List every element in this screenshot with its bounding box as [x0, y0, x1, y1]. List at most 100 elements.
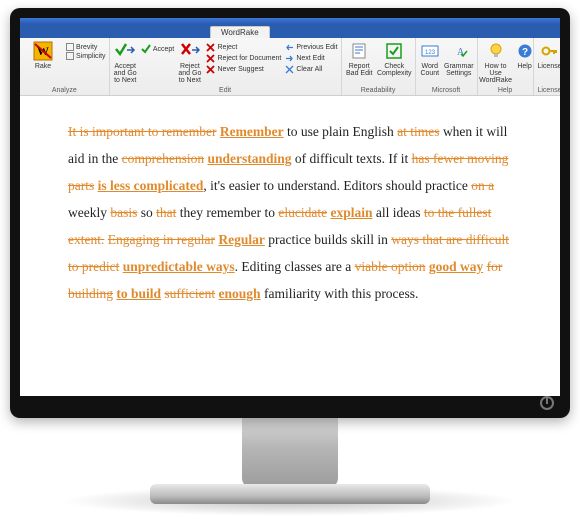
next-edit-button[interactable]: Next Edit: [284, 53, 337, 63]
grammar-settings-button[interactable]: A Grammar Settings: [444, 40, 474, 77]
reject-next-icon: [179, 40, 201, 62]
help-icon: ?: [514, 40, 536, 62]
accept-icon: [141, 44, 151, 54]
grammar-label: Grammar Settings: [444, 63, 474, 77]
reject-next-button[interactable]: Reject and Go to Next: [177, 40, 202, 84]
word-count-button[interactable]: 123 Word Count: [419, 40, 441, 77]
inserted-text: Remember: [220, 124, 284, 139]
rake-label: Rake: [35, 63, 51, 70]
key-icon: [539, 40, 560, 62]
reject-doc-button[interactable]: Reject for Document: [206, 53, 282, 63]
lightbulb-icon: [485, 40, 507, 62]
group-microsoft: 123 Word Count A Grammar Settings Micros…: [416, 38, 478, 95]
word-count-label: Word Count: [419, 63, 441, 77]
accept-next-button[interactable]: Accept and Go to Next: [113, 40, 138, 84]
reject-label: Reject: [218, 44, 238, 51]
monitor-stand-base: [150, 484, 430, 504]
plain-text: familiarity with this process.: [261, 286, 419, 301]
clear-all-button[interactable]: Clear All: [284, 64, 337, 74]
reject-doc-label: Reject for Document: [218, 55, 282, 62]
accept-next-icon: [114, 40, 136, 62]
clear-icon: [284, 64, 294, 74]
prev-label: Previous Edit: [296, 44, 337, 51]
plain-text: , it's easier to understand. Editors sho…: [203, 178, 471, 193]
group-label: Analyze: [23, 87, 106, 95]
howto-label: How to Use WordRake: [479, 63, 512, 84]
next-icon: [284, 53, 294, 63]
complexity-icon: [383, 40, 405, 62]
report-icon: [348, 40, 370, 62]
group-edit: Accept and Go to Next Accept Reject and …: [110, 38, 342, 95]
ribbon: W Rake Brevity Simplicity Analyze: [20, 38, 560, 96]
word-count-icon: 123: [419, 40, 441, 62]
report-bad-edit-button[interactable]: Report Bad Edit: [345, 40, 374, 77]
ribbon-tab-row: WordRake: [20, 24, 560, 38]
prev-icon: [284, 42, 294, 52]
deleted-text: comprehension: [122, 151, 204, 166]
paragraph: It is important to remember Remember to …: [68, 118, 512, 307]
deleted-text: sufficient: [164, 286, 215, 301]
deleted-text: basis: [110, 205, 137, 220]
deleted-text: elucidate: [278, 205, 327, 220]
plain-text: they remember to: [176, 205, 278, 220]
deleted-text: on a: [471, 178, 494, 193]
reject-doc-icon: [206, 53, 216, 63]
plain-text: practice builds skill in: [265, 232, 391, 247]
deleted-text: that: [156, 205, 176, 220]
rake-button[interactable]: W Rake: [23, 40, 63, 70]
checkbox-icon: [66, 52, 74, 60]
group-analyze: W Rake Brevity Simplicity Analyze: [20, 38, 110, 95]
help-button[interactable]: ? Help: [514, 40, 536, 70]
tab-wordrake[interactable]: WordRake: [210, 26, 270, 38]
plain-text: of difficult texts. If it: [295, 151, 412, 166]
rake-icon: W: [32, 40, 54, 62]
brevity-checkbox[interactable]: Brevity: [66, 43, 106, 51]
document-body[interactable]: It is important to remember Remember to …: [20, 96, 560, 317]
plain-text: weekly: [68, 205, 110, 220]
group-readability: Report Bad Edit Check Complexity Readabi…: [342, 38, 416, 95]
previous-edit-button[interactable]: Previous Edit: [284, 42, 337, 52]
never-icon: [206, 64, 216, 74]
how-to-use-button[interactable]: How to Use WordRake: [481, 40, 511, 84]
svg-text:A: A: [457, 47, 465, 58]
inserted-text: Regular: [218, 232, 265, 247]
deleted-text: It is important to remember: [68, 124, 216, 139]
deleted-text: Engaging in regular: [108, 232, 215, 247]
group-label: Help: [481, 87, 530, 95]
inserted-text: explain: [330, 205, 372, 220]
clear-label: Clear All: [296, 66, 322, 73]
reject-button[interactable]: Reject: [206, 42, 282, 52]
report-label: Report Bad Edit: [345, 63, 374, 77]
reject-next-label: Reject and Go to Next: [177, 63, 202, 84]
inserted-text: enough: [219, 286, 261, 301]
simplicity-label: Simplicity: [76, 53, 106, 60]
monitor-mockup: WordRake W Rake Brevity Simp: [0, 0, 580, 522]
group-label: Readability: [345, 87, 412, 95]
grammar-icon: A: [448, 40, 470, 62]
monitor-bezel: WordRake W Rake Brevity Simp: [10, 8, 570, 418]
group-license: License License: [534, 38, 560, 95]
svg-text:?: ?: [522, 47, 528, 58]
deleted-text: viable option: [355, 259, 426, 274]
monitor-stand-neck: [242, 418, 338, 488]
plain-text: so: [137, 205, 156, 220]
accept-label: Accept: [153, 46, 174, 53]
reject-icon: [206, 42, 216, 52]
complexity-label: Check Complexity: [377, 63, 412, 77]
plain-text: to use plain English: [287, 124, 397, 139]
license-label: License: [537, 63, 560, 70]
accept-next-label: Accept and Go to Next: [113, 63, 138, 84]
group-help: How to Use WordRake ? Help Help: [478, 38, 534, 95]
next-label: Next Edit: [296, 55, 324, 62]
never-suggest-button[interactable]: Never Suggest: [206, 64, 282, 74]
check-complexity-button[interactable]: Check Complexity: [377, 40, 412, 77]
plain-text: . Editing classes are a: [235, 259, 355, 274]
inserted-text: is less complicated: [98, 178, 204, 193]
plain-text: all ideas: [372, 205, 423, 220]
simplicity-checkbox[interactable]: Simplicity: [66, 52, 106, 60]
inserted-text: to build: [116, 286, 161, 301]
license-button[interactable]: License: [537, 40, 560, 70]
svg-text:123: 123: [425, 50, 436, 56]
accept-button[interactable]: Accept: [141, 44, 174, 54]
group-label: License: [537, 87, 560, 95]
